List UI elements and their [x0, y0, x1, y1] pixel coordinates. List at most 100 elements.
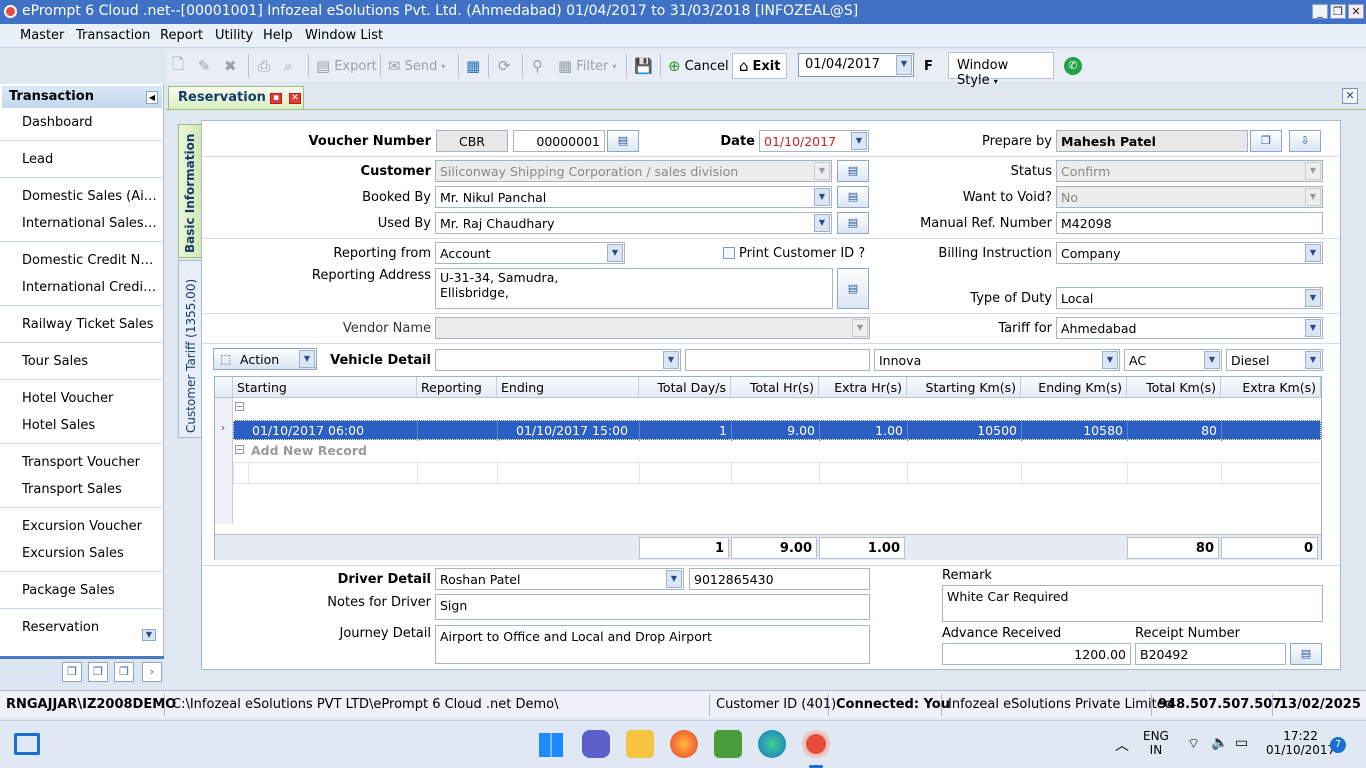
- window-style-button[interactable]: Window Style ▾: [948, 52, 1054, 88]
- voucher-lookup-icon[interactable]: ▤: [607, 130, 639, 152]
- copy-icon[interactable]: ❐: [1250, 130, 1282, 152]
- manual-ref-field[interactable]: M42098: [1056, 212, 1323, 234]
- send-button[interactable]: ✉ Send ▾: [388, 55, 445, 77]
- volume-icon[interactable]: 🔈: [1211, 735, 1228, 751]
- booked-by-select[interactable]: Mr. Nikul Panchal ▼: [435, 186, 832, 208]
- chevron-down-icon[interactable]: ▼: [1305, 319, 1321, 337]
- clock[interactable]: 17:22 01/10/2017: [1266, 729, 1335, 757]
- col-starting-km[interactable]: Starting Km(s): [907, 377, 1021, 398]
- sidebar-item-hotel-voucher[interactable]: Hotel Voucher: [22, 391, 160, 406]
- chevron-down-icon[interactable]: ▼: [1305, 289, 1321, 307]
- chevron-down-icon[interactable]: ▼: [299, 350, 315, 368]
- f-button[interactable]: F: [924, 55, 933, 77]
- vehicle-model-select[interactable]: Innova ▼: [874, 349, 1120, 371]
- customer-field[interactable]: Siliconway Shipping Corporation / sales …: [435, 160, 832, 182]
- sidebar-item-hotel-sales[interactable]: Hotel Sales: [22, 418, 160, 433]
- chevron-down-icon[interactable]: ▼: [814, 188, 830, 206]
- print-customer-id-checkbox[interactable]: [723, 247, 735, 259]
- vehicle-type-select[interactable]: ▼: [435, 349, 681, 371]
- menu-master[interactable]: Master: [20, 28, 64, 43]
- voucher-number-field[interactable]: 00000001: [513, 130, 605, 152]
- reporting-from-select[interactable]: Account ▼: [435, 242, 625, 264]
- driver-select[interactable]: Roshan Patel ▼: [435, 568, 684, 590]
- menu-report[interactable]: Report: [160, 28, 203, 43]
- chevron-down-icon[interactable]: ▼: [814, 214, 830, 232]
- action-button[interactable]: ⬚ Action ▼: [213, 348, 317, 370]
- scroll-down-icon[interactable]: ▼: [142, 629, 156, 641]
- close-icon[interactable]: ✕: [1342, 88, 1358, 104]
- chevron-down-icon[interactable]: ▼: [1102, 351, 1118, 369]
- cancel-button[interactable]: ⊕ Cancel: [668, 55, 729, 77]
- wifi-icon[interactable]: ⌔: [1187, 735, 1200, 753]
- type-of-duty-select[interactable]: Local ▼: [1056, 287, 1323, 309]
- group-collapse-icon[interactable]: −: [235, 402, 244, 411]
- exit-button[interactable]: ⌂ Exit: [732, 53, 788, 79]
- sidebar-item-international-credit-note[interactable]: International Credit N...: [22, 280, 160, 295]
- layout-icon[interactable]: ❐: [62, 662, 82, 682]
- sidebar-item-excursion-voucher[interactable]: Excursion Voucher: [22, 519, 160, 534]
- chevron-down-icon[interactable]: ▼: [896, 55, 912, 75]
- advance-received-field[interactable]: 1200.00: [942, 643, 1131, 665]
- chevron-up-icon[interactable]: ︿: [1115, 735, 1129, 755]
- new-icon[interactable]: 🗋: [172, 55, 184, 77]
- language-indicator[interactable]: ENG IN: [1143, 729, 1169, 757]
- customer-lookup-icon[interactable]: ▤: [837, 160, 869, 182]
- vehicle-number-field[interactable]: [685, 349, 870, 371]
- group-collapse-icon[interactable]: −: [235, 445, 244, 454]
- reporting-address-field[interactable]: U-31-34, Samudra, Ellisbridge,: [435, 268, 833, 309]
- col-starting[interactable]: Starting: [233, 377, 417, 398]
- download-icon[interactable]: ⇩: [1289, 130, 1321, 152]
- financial-date-field[interactable]: 01/04/2017 ▼: [798, 53, 914, 77]
- windows-start-icon[interactable]: [539, 733, 563, 757]
- col-extra-hrs[interactable]: Extra Hr(s): [819, 377, 907, 398]
- address-lookup-icon[interactable]: ▤: [837, 268, 869, 309]
- notepad-icon[interactable]: [714, 730, 742, 758]
- chevron-down-icon[interactable]: ▼: [663, 351, 679, 369]
- used-by-lookup-icon[interactable]: ▤: [837, 212, 869, 234]
- layout-icon[interactable]: ❐: [88, 662, 108, 682]
- journey-detail-field[interactable]: Airport to Office and Local and Drop Air…: [435, 625, 870, 664]
- col-total-days[interactable]: Total Day/s: [639, 377, 731, 398]
- sidebar-item-domestic-credit-note[interactable]: Domestic Credit Note...: [22, 253, 160, 268]
- minimize-icon[interactable]: _: [1312, 4, 1328, 19]
- col-reporting[interactable]: Reporting: [417, 377, 497, 398]
- eprompt-app-icon[interactable]: [802, 730, 830, 758]
- filter-button[interactable]: ▦ Filter ▾: [558, 55, 616, 77]
- chevron-down-icon[interactable]: ▼: [666, 570, 682, 588]
- pin-icon[interactable]: ▪: [270, 93, 282, 104]
- chevron-down-icon[interactable]: ▼: [1305, 162, 1321, 180]
- chevron-down-icon[interactable]: ▼: [1305, 244, 1321, 262]
- want-to-void-select[interactable]: No ▼: [1056, 186, 1323, 208]
- edit-icon[interactable]: ✎: [198, 55, 211, 77]
- remark-field[interactable]: White Car Required: [942, 585, 1323, 622]
- tab-basic-information[interactable]: Basic Information: [178, 124, 202, 258]
- receipt-lookup-icon[interactable]: ▤: [1290, 643, 1322, 665]
- save-icon[interactable]: 💾: [634, 55, 653, 77]
- date-field[interactable]: 01/10/2017 ▼: [759, 130, 869, 152]
- sidebar-item-international-sales[interactable]: International Sales (...: [22, 216, 160, 231]
- refresh-icon[interactable]: ⟳: [498, 55, 511, 77]
- receipt-number-field[interactable]: B20492: [1135, 643, 1286, 665]
- close-tab-icon[interactable]: ✕: [289, 93, 301, 104]
- print-icon[interactable]: ⎙: [258, 55, 270, 77]
- export-button[interactable]: ▤ Export: [316, 55, 377, 77]
- col-total-hrs[interactable]: Total Hr(s): [731, 377, 819, 398]
- table-row[interactable]: 01/10/2017 06:00 01/10/2017 15:00 1 9.00…: [233, 420, 1321, 441]
- menu-transaction[interactable]: Transaction: [76, 28, 150, 43]
- chevron-down-icon[interactable]: ▼: [607, 244, 623, 262]
- sidebar-item-railway-ticket-sales[interactable]: Railway Ticket Sales: [22, 317, 160, 332]
- sidebar-item-excursion-sales[interactable]: Excursion Sales: [22, 546, 160, 561]
- sidebar-item-package-sales[interactable]: Package Sales: [22, 583, 160, 598]
- layout-icon[interactable]: ❐: [114, 662, 134, 682]
- battery-icon[interactable]: ▭: [1235, 735, 1248, 751]
- widgets-icon[interactable]: [14, 733, 40, 755]
- sidebar-item-lead[interactable]: Lead: [22, 152, 160, 167]
- collapse-icon[interactable]: ◀: [146, 91, 158, 104]
- sidebar-item-transport-sales[interactable]: Transport Sales: [22, 482, 160, 497]
- chevron-down-icon[interactable]: ▼: [1305, 351, 1321, 369]
- sidebar-item-domestic-sales[interactable]: Domestic Sales (Air ...: [22, 189, 160, 204]
- billing-instruction-select[interactable]: Company ▼: [1056, 242, 1323, 264]
- notification-badge[interactable]: 7: [1330, 737, 1346, 753]
- sidebar-item-tour-sales[interactable]: Tour Sales: [22, 354, 160, 369]
- whatsapp-icon[interactable]: ✆: [1064, 55, 1082, 77]
